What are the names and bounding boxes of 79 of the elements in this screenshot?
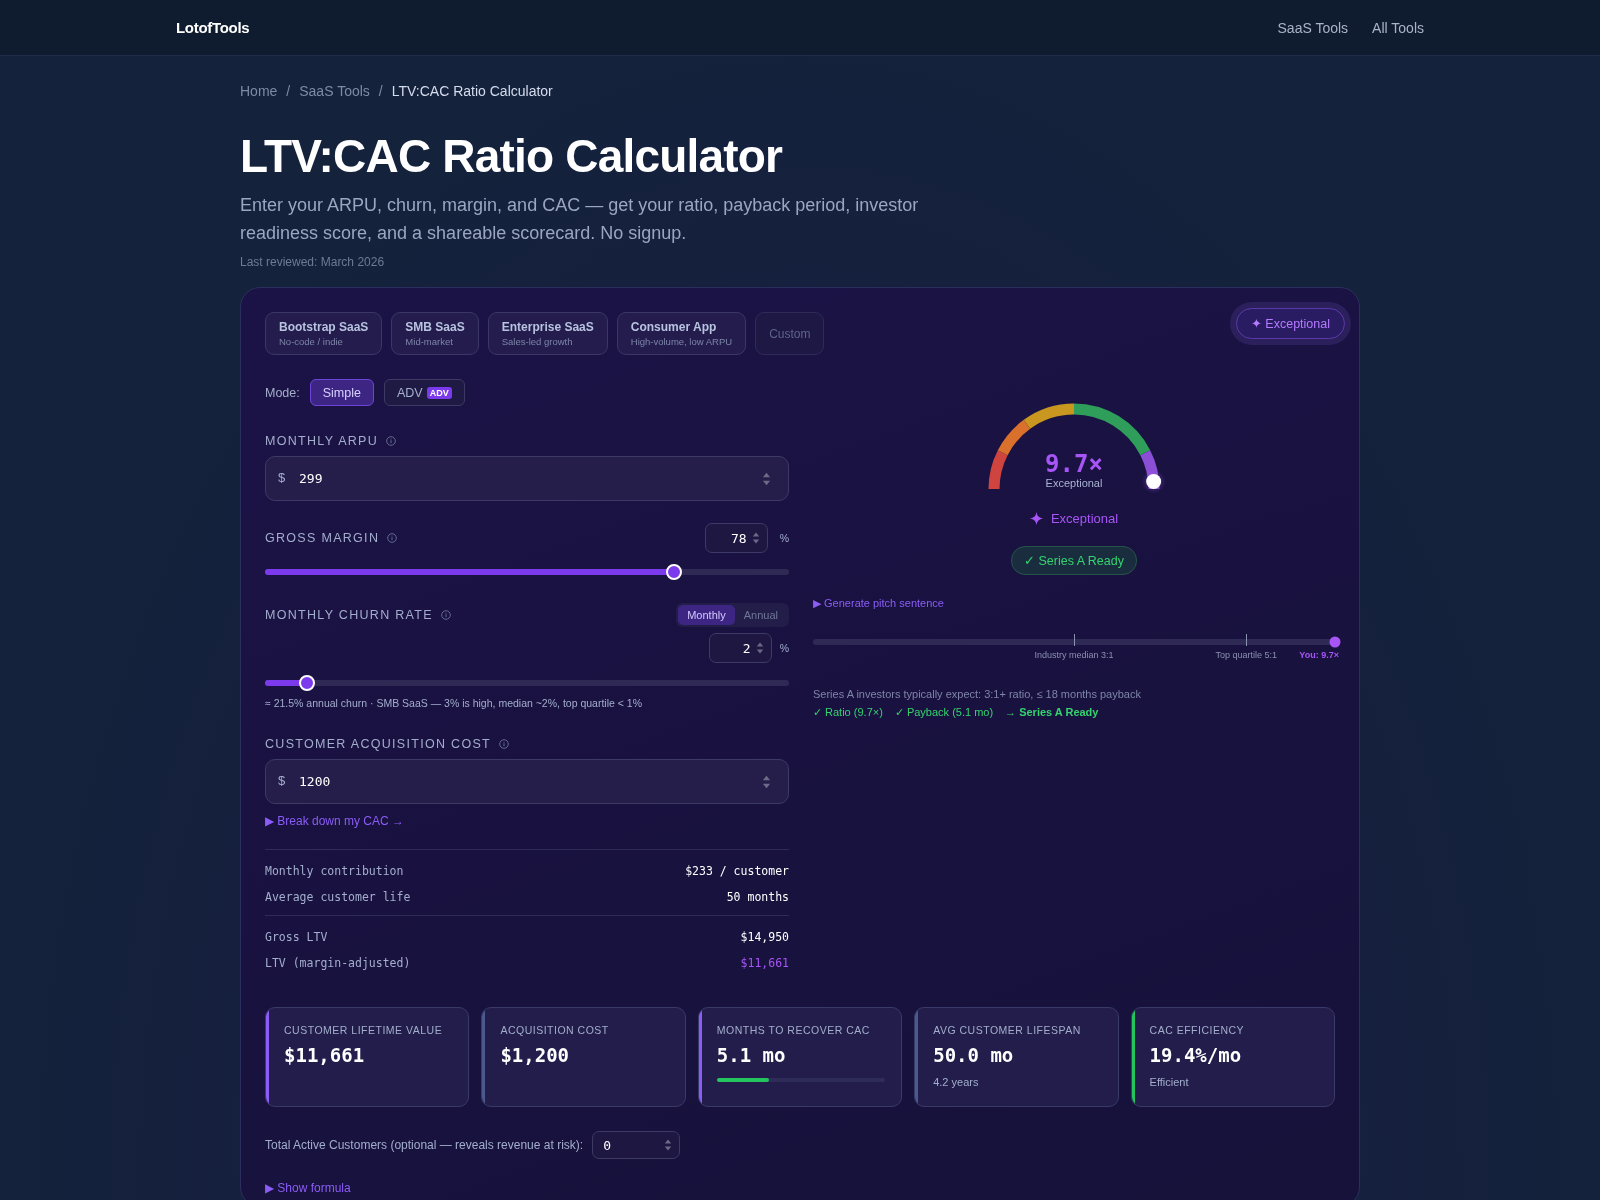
mode-button[interactable]: ADV ADV: [383, 379, 465, 406]
summary-value: $14,950: [740, 930, 789, 944]
logo[interactable]: LotofTools: [176, 19, 250, 36]
customers-input[interactable]: 0: [592, 1131, 681, 1159]
summary-value: $11,661: [740, 956, 789, 970]
preset-button[interactable]: Bootstrap SaaS No-code / indie: [265, 312, 383, 355]
metric-value: 5.1 mo: [716, 1044, 787, 1066]
summary-label: LTV (margin-adjusted): [265, 956, 411, 970]
currency-prefix: $: [278, 470, 286, 485]
summary-label: Monthly contribution: [265, 864, 404, 878]
breadcrumb-link[interactable]: SaaS Tools: [299, 83, 370, 99]
mode-label: Mode:: [265, 385, 300, 400]
spinner-icon[interactable]: [755, 641, 764, 655]
preset-button[interactable]: Enterprise SaaS Sales-led growth: [487, 312, 608, 355]
metric-note: Efficient: [1149, 1076, 1190, 1088]
pitch-link[interactable]: ▶ Generate pitch sentence: [813, 597, 944, 610]
field-label: GROSS MARGIN: [265, 531, 380, 545]
customers-label: Total Active Customers (optional — reveals revenue at risk):: [265, 1138, 584, 1152]
metric-label: CUSTOMER LIFETIME VALUE: [284, 1024, 444, 1036]
margin-input[interactable]: 78: [704, 523, 768, 553]
benchmark-label: Top quartile 5:1: [1215, 650, 1277, 660]
info-icon[interactable]: [440, 610, 451, 620]
metric-label: ACQUISITION COST: [500, 1024, 610, 1036]
summary-label: Gross LTV: [265, 930, 328, 944]
readiness-badge: ✓ Series A Ready: [1011, 546, 1137, 575]
rating-label: Exceptional: [1050, 511, 1119, 526]
churn-slider[interactable]: [265, 675, 789, 691]
summary-label: Average customer life: [265, 890, 411, 904]
spinner-icon[interactable]: [664, 1138, 673, 1152]
unit-label: %: [779, 642, 789, 654]
churn-input[interactable]: 2: [708, 633, 772, 663]
summary-value: 50 months: [726, 890, 789, 904]
preset-button[interactable]: Consumer App High-volume, low ARPU: [616, 312, 747, 355]
page-title: LTV:CAC Ratio Calculator: [240, 129, 784, 184]
info-icon[interactable]: [387, 533, 398, 543]
metric-label: CAC EFFICIENCY: [1149, 1024, 1246, 1036]
benchmark-label: Industry median 3:1: [1034, 650, 1114, 660]
spinner-icon[interactable]: [751, 531, 760, 545]
metric-value: $1,200: [500, 1044, 571, 1066]
last-reviewed: Last reviewed: March 2026: [240, 255, 386, 269]
period-tab[interactable]: Annual: [734, 605, 787, 625]
summary-value: $233 / customer: [685, 864, 789, 878]
mode-button[interactable]: Simple: [309, 379, 374, 406]
field-label: MONTHLY CHURN RATE: [265, 608, 433, 622]
info-icon[interactable]: [499, 739, 510, 749]
preset-button[interactable]: SMB SaaS Mid-market: [391, 312, 479, 355]
sparkle-icon: [1029, 512, 1043, 525]
ratio-caption: Exceptional: [1045, 477, 1103, 489]
verdict-label: → Series A Ready: [1005, 706, 1099, 719]
page-subtitle: Enter your ARPU, churn, margin, and CAC — get your ratio, payback period, investor readiness score, and a shareable scorecard. No signup.: [240, 194, 920, 245]
churn-hint: ≈ 21.5% annual churn · SMB SaaS — 3% is high, median ~2%, top quartile < 1%: [265, 697, 643, 709]
ratio-value: 9.7×: [1045, 451, 1103, 477]
breadcrumb-separator: /: [378, 83, 383, 99]
spinner-icon[interactable]: [762, 470, 771, 487]
nav-link[interactable]: All Tools: [1372, 19, 1424, 36]
info-icon[interactable]: [386, 436, 397, 446]
check-item: ✓ Ratio (9.7×): [813, 706, 883, 719]
cac-breakdown-link[interactable]: ▶ Break down my CAC →: [265, 814, 405, 828]
field-label: MONTHLY ARPU: [265, 434, 379, 448]
breadcrumb-current: LTV:CAC Ratio Calculator: [391, 83, 553, 99]
spinner-icon[interactable]: [762, 773, 771, 790]
show-formula-link[interactable]: ▶ Show formula: [265, 1181, 351, 1195]
investor-expectation: Series A investors typically expect: 3:1+ ratio, ≤ 18 months payback: [813, 688, 1142, 700]
nav-link[interactable]: SaaS Tools: [1277, 19, 1349, 36]
metric-label: MONTHS TO RECOVER CAC: [716, 1024, 871, 1036]
period-tab[interactable]: Monthly: [678, 605, 735, 625]
metric-label: AVG CUSTOMER LIFESPAN: [933, 1024, 1082, 1036]
benchmark-you-label: You: 9.7×: [1299, 650, 1339, 660]
metric-value: $11,661: [284, 1044, 366, 1066]
field-label: CUSTOMER ACQUISITION COST: [265, 737, 492, 751]
metric-note: 4.2 years: [933, 1076, 980, 1088]
check-item: ✓ Payback (5.1 mo): [894, 706, 994, 719]
breadcrumb-separator: /: [286, 83, 291, 99]
metric-value: 19.4%/mo: [1149, 1044, 1243, 1066]
metric-value: 50.0 mo: [933, 1044, 1015, 1066]
unit-label: %: [779, 532, 789, 544]
currency-prefix: $: [278, 773, 286, 788]
breadcrumb-link[interactable]: Home: [240, 83, 278, 99]
margin-slider[interactable]: [265, 564, 789, 580]
